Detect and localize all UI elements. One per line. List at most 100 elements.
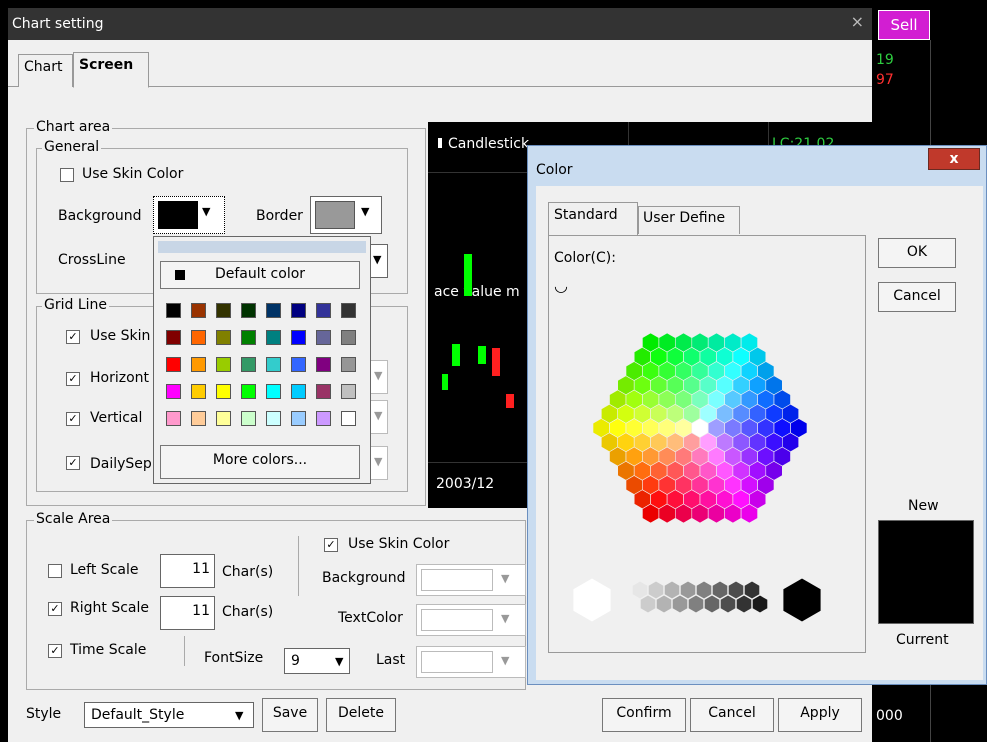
ok-button[interactable]: OK <box>878 238 956 268</box>
candle-red-1 <box>492 348 500 376</box>
color-swatch[interactable] <box>216 411 231 426</box>
color-swatch[interactable] <box>341 411 356 426</box>
background-color-picker[interactable]: ▼ <box>153 196 225 234</box>
color-swatch[interactable] <box>291 303 306 318</box>
color-swatch[interactable] <box>316 330 331 345</box>
crossline-color-picker[interactable]: ▼ <box>368 244 388 278</box>
chevron-down-icon: ▼ <box>374 455 383 468</box>
tab-chart[interactable]: Chart <box>18 54 73 87</box>
confirm-button[interactable]: Confirm <box>602 698 686 732</box>
fontsize-select[interactable]: 9 ▼ <box>284 648 350 674</box>
color-dialog-body: Standard User Define Color(C): ◡ OK Canc… <box>536 186 983 680</box>
color-swatch[interactable] <box>191 357 206 372</box>
horizontal-color-picker[interactable]: ▼ <box>370 360 388 394</box>
scale-use-skin-checkbox[interactable]: ✓ <box>324 538 338 552</box>
scale-textcolor-picker[interactable]: ▼ <box>416 604 526 636</box>
vertical-checkbox[interactable]: ✓ <box>66 412 80 426</box>
fontsize-label: FontSize <box>204 650 264 666</box>
tab-screen-label: Screen <box>79 57 134 73</box>
color-swatch[interactable] <box>316 303 331 318</box>
color-dropdown-popup: Default color More colors... <box>153 236 371 484</box>
color-swatch[interactable] <box>266 357 281 372</box>
more-colors-button[interactable]: More colors... <box>160 445 360 479</box>
color-swatch[interactable] <box>266 303 281 318</box>
use-skin-color-checkbox[interactable] <box>60 168 74 182</box>
color-dialog-title: Color <box>536 162 573 178</box>
color-dialog-close-button[interactable]: x <box>928 148 980 170</box>
color-swatch[interactable] <box>166 411 181 426</box>
color-swatch[interactable] <box>241 303 256 318</box>
color-swatch[interactable] <box>191 303 206 318</box>
color-swatch[interactable] <box>291 411 306 426</box>
right-scale-checkbox[interactable]: ✓ <box>48 602 62 616</box>
background-color-swatch <box>158 201 198 229</box>
color-swatch[interactable] <box>166 330 181 345</box>
scale-area-legend: Scale Area <box>34 511 113 527</box>
color-swatch[interactable] <box>241 384 256 399</box>
color-swatch[interactable] <box>241 330 256 345</box>
color-swatch[interactable] <box>266 384 281 399</box>
white-hex[interactable] <box>572 577 612 623</box>
chevron-down-icon: ▼ <box>235 709 244 722</box>
apply-button[interactable]: Apply <box>778 698 862 732</box>
border-color-picker[interactable]: ▼ <box>310 196 382 234</box>
color-swatch[interactable] <box>241 357 256 372</box>
color-hexagon-wheel[interactable] <box>570 278 830 638</box>
color-swatch[interactable] <box>166 303 181 318</box>
tab-screen[interactable]: Screen <box>73 52 149 88</box>
vertical-label: Vertical <box>90 410 143 426</box>
color-swatch[interactable] <box>291 330 306 345</box>
left-scale-checkbox[interactable] <box>48 564 62 578</box>
use-skin-checkbox[interactable]: ✓ <box>66 330 80 344</box>
color-swatch[interactable] <box>291 357 306 372</box>
color-swatch[interactable] <box>191 411 206 426</box>
right-scale-input[interactable]: 11 <box>160 596 215 630</box>
horizontal-checkbox[interactable]: ✓ <box>66 372 80 386</box>
candle-red-2 <box>506 394 514 408</box>
chevron-down-icon: ▼ <box>501 654 510 667</box>
color-c-label: Color(C): <box>554 250 616 266</box>
color-swatch[interactable] <box>341 384 356 399</box>
cancel-button[interactable]: Cancel <box>690 698 774 732</box>
color-swatch[interactable] <box>191 330 206 345</box>
color-cancel-button[interactable]: Cancel <box>878 282 956 312</box>
default-color-button[interactable]: Default color <box>160 261 360 289</box>
color-swatch[interactable] <box>316 384 331 399</box>
black-hex[interactable] <box>782 577 822 623</box>
right-chars-label: Char(s) <box>222 604 274 620</box>
color-swatch[interactable] <box>316 357 331 372</box>
sell-button[interactable]: Sell <box>878 10 930 40</box>
default-color-swatch <box>175 270 185 280</box>
vertical-color-picker[interactable]: ▼ <box>370 400 388 434</box>
save-button[interactable]: Save <box>262 698 318 732</box>
side-value-2: 97 <box>876 72 894 88</box>
color-swatch[interactable] <box>266 330 281 345</box>
dailysep-checkbox[interactable]: ✓ <box>66 456 80 470</box>
color-swatch[interactable] <box>316 411 331 426</box>
tab-user-define[interactable]: User Define <box>638 206 740 234</box>
gray-hex[interactable] <box>751 594 769 614</box>
color-swatch[interactable] <box>216 357 231 372</box>
color-swatch[interactable] <box>341 357 356 372</box>
color-swatch[interactable] <box>166 357 181 372</box>
dailysep-color-picker[interactable]: ▼ <box>370 446 388 480</box>
color-swatch[interactable] <box>266 411 281 426</box>
scale-last-picker[interactable]: ▼ <box>416 646 526 678</box>
tab-standard[interactable]: Standard <box>548 202 638 236</box>
style-select[interactable]: Default_Style ▼ <box>84 702 254 728</box>
time-scale-checkbox[interactable]: ✓ <box>48 644 62 658</box>
delete-button[interactable]: Delete <box>326 698 396 732</box>
color-swatch[interactable] <box>216 384 231 399</box>
color-swatch[interactable] <box>191 384 206 399</box>
color-swatch[interactable] <box>216 303 231 318</box>
left-scale-input[interactable]: 11 <box>160 554 215 588</box>
scale-divider-2 <box>184 636 185 666</box>
scale-background-picker[interactable]: ▼ <box>416 564 526 596</box>
close-icon[interactable]: × <box>851 12 864 31</box>
color-swatch[interactable] <box>216 330 231 345</box>
color-swatch[interactable] <box>166 384 181 399</box>
color-swatch[interactable] <box>341 330 356 345</box>
color-swatch[interactable] <box>241 411 256 426</box>
color-swatch[interactable] <box>291 384 306 399</box>
color-swatch[interactable] <box>341 303 356 318</box>
